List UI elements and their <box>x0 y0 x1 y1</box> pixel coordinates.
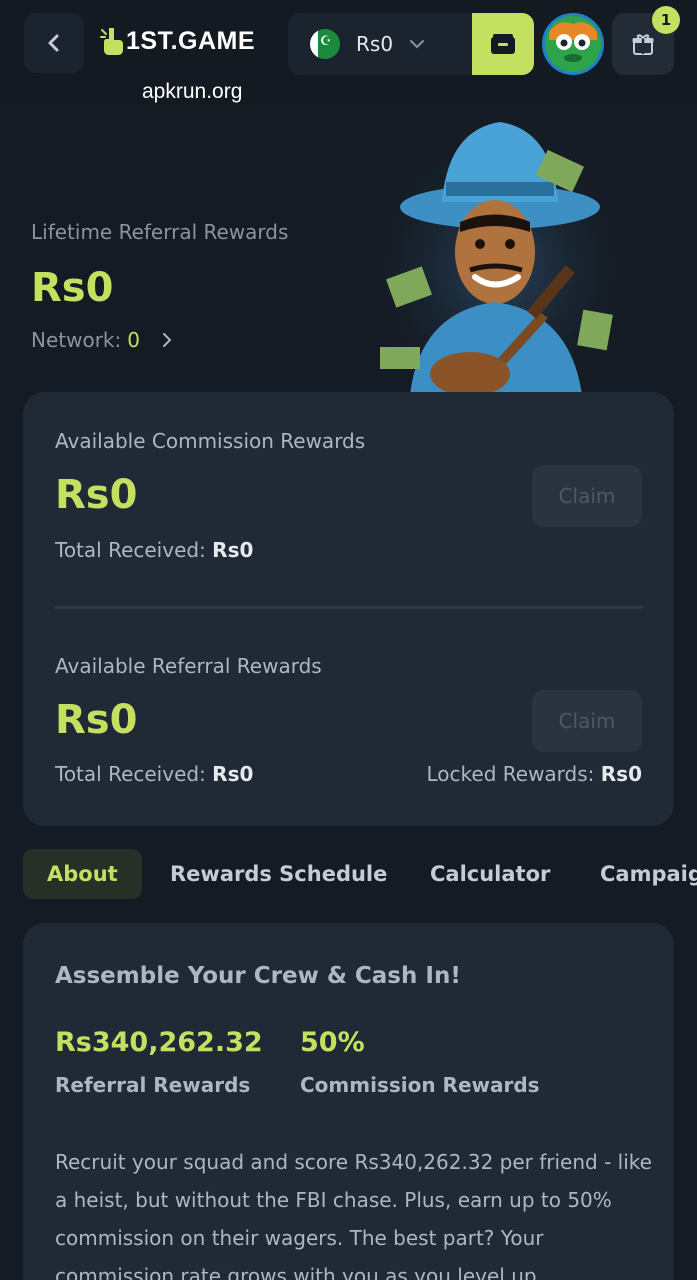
referral-total-received: Total Received: Rs0 <box>55 762 253 786</box>
wallet-button[interactable] <box>472 13 534 75</box>
network-label: Network: <box>31 328 122 352</box>
wallet-icon <box>491 34 515 54</box>
chevron-right-icon <box>162 333 172 347</box>
commission-total-received: Total Received: Rs0 <box>55 538 253 562</box>
gift-icon <box>632 34 654 55</box>
logo-text: 1ST.GAME <box>126 26 256 55</box>
balance-amount: Rs0 <box>356 32 394 56</box>
referral-reward-label: Referral Rewards <box>55 1073 251 1097</box>
about-description: Recruit your squad and score Rs340,262.3… <box>55 1150 652 1280</box>
hand-logo-icon <box>100 28 123 55</box>
commission-total-label: Total Received: <box>55 538 206 562</box>
lifetime-rewards-label: Lifetime Referral Rewards <box>31 220 289 244</box>
claim-commission-button[interactable]: Claim <box>532 465 642 527</box>
chevron-left-icon <box>48 34 59 52</box>
rewards-card: Available Commission Rewards Rs0 Claim T… <box>23 392 674 826</box>
referral-total-value: Rs0 <box>212 762 254 786</box>
top-bar: 1ST.GAME apkrun.org ☪ Rs0 1 <box>0 0 697 110</box>
commission-rate-value: 50% <box>300 1027 365 1058</box>
claim-referral-button[interactable]: Claim <box>532 690 642 752</box>
referral-rewards-amount: Rs0 <box>55 697 138 743</box>
locked-rewards: Locked Rewards: Rs0 <box>427 762 642 786</box>
about-title: Assemble Your Crew & Cash In! <box>55 963 461 989</box>
user-avatar[interactable] <box>542 13 604 75</box>
tab-calculator[interactable]: Calculator <box>430 849 550 899</box>
referral-tabs: About Rewards Schedule Calculator Campai… <box>23 849 697 901</box>
referral-rewards-label: Available Referral Rewards <box>55 654 322 678</box>
locked-rewards-label: Locked Rewards: <box>426 762 595 786</box>
tab-campaigns[interactable]: Campaigns <box>600 849 697 899</box>
card-divider <box>55 606 643 609</box>
commission-total-value: Rs0 <box>212 538 254 562</box>
watermark-text: apkrun.org <box>142 80 243 103</box>
notification-badge: 1 <box>652 6 680 34</box>
network-value: 0 <box>127 328 140 352</box>
monster-avatar-icon <box>545 16 601 72</box>
commission-rate-label: Commission Rewards <box>300 1073 540 1097</box>
lifetime-rewards-hero: Lifetime Referral Rewards Rs0 Network: 0 <box>0 110 697 395</box>
network-link[interactable]: Network: 0 <box>31 328 172 352</box>
tab-about[interactable]: About <box>23 849 142 899</box>
locked-rewards-value: Rs0 <box>600 762 642 786</box>
lifetime-rewards-amount: Rs0 <box>31 265 114 311</box>
pakistan-flag-icon: ☪ <box>310 29 340 59</box>
commission-rewards-amount: Rs0 <box>55 472 138 518</box>
back-button[interactable] <box>24 13 84 73</box>
referral-total-label: Total Received: <box>55 762 206 786</box>
commission-rewards-label: Available Commission Rewards <box>55 429 366 453</box>
currency-selector[interactable]: ☪ Rs0 <box>288 13 472 75</box>
chevron-down-icon <box>410 40 425 49</box>
site-logo[interactable]: 1ST.GAME <box>100 26 255 56</box>
tab-rewards-schedule[interactable]: Rewards Schedule <box>170 849 387 899</box>
cowboy-mascot-illustration <box>370 112 630 395</box>
about-card: Assemble Your Crew & Cash In! Rs340,262.… <box>23 923 674 1280</box>
referral-reward-value: Rs340,262.32 <box>55 1027 263 1058</box>
